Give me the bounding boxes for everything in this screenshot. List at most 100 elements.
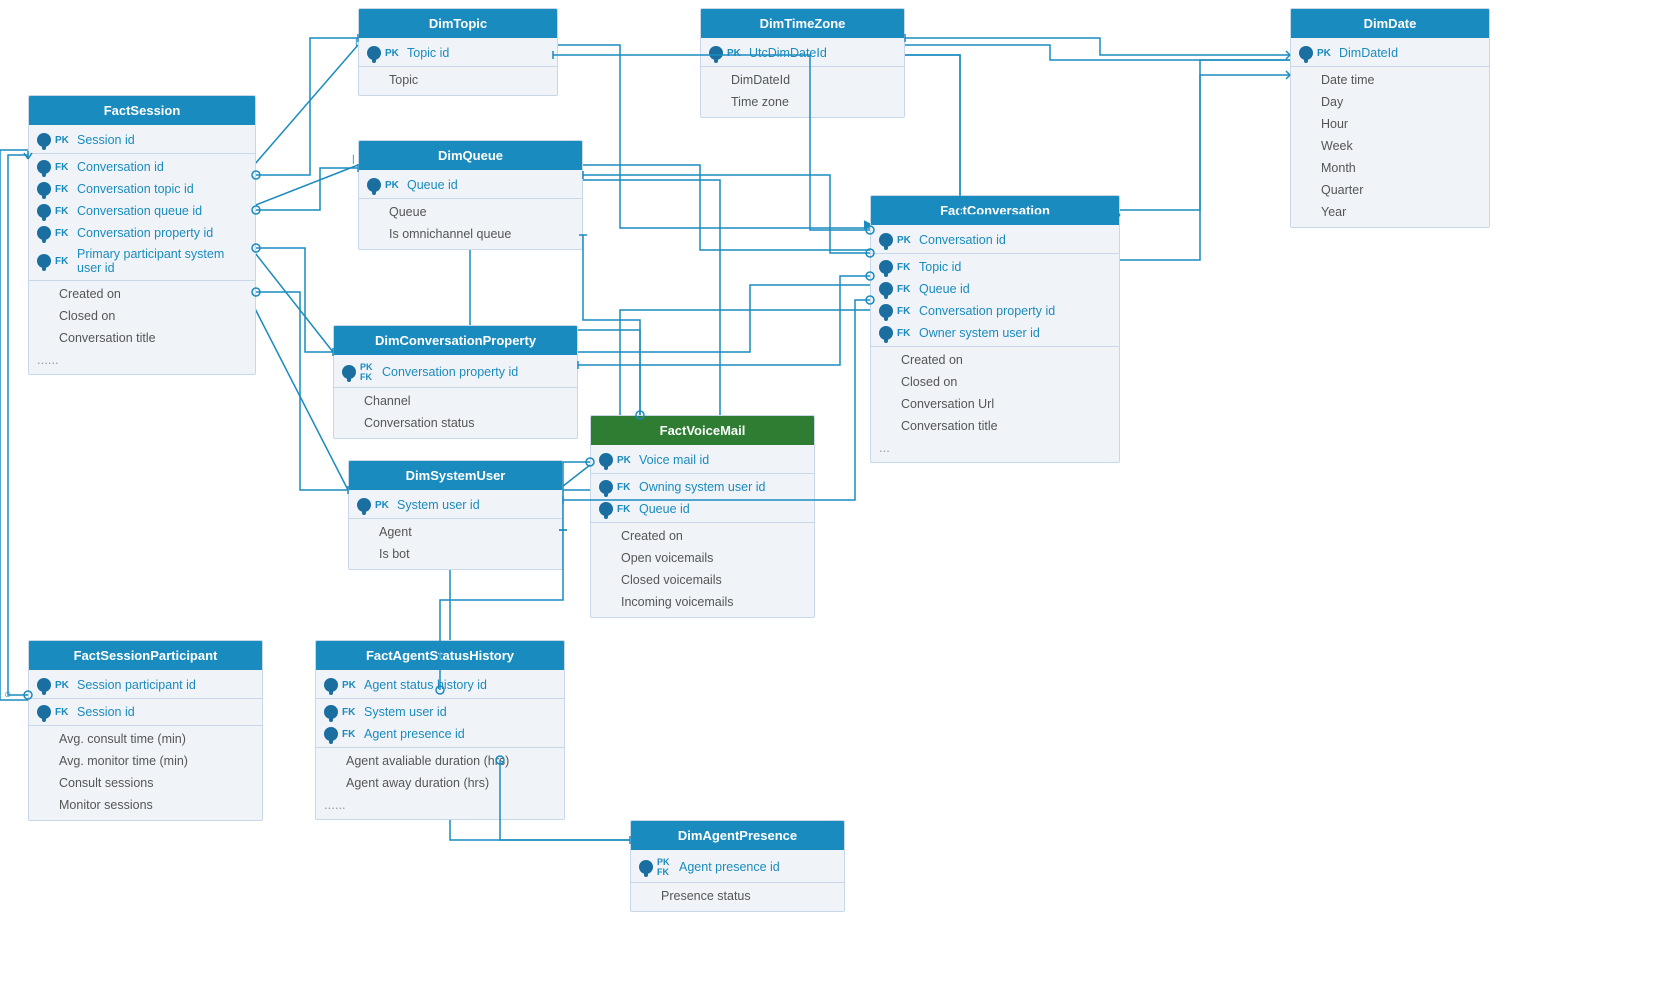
table-row: Monitor sessions <box>29 794 262 816</box>
table-row: FK Queue id <box>591 498 814 520</box>
table-row: Presence status <box>631 885 844 907</box>
table-row: PK Session id <box>29 129 255 151</box>
table-row: Day <box>1291 91 1489 113</box>
pk-icon <box>709 46 723 60</box>
table-row: FK Conversation topic id <box>29 178 255 200</box>
table-row: FK Agent presence id <box>316 723 564 745</box>
table-row: Year <box>1291 201 1489 223</box>
table-row: FK Primary participant system user id <box>29 244 255 278</box>
table-factsession: FactSession PK Session id FK Conversatio… <box>28 95 256 375</box>
table-row: PK UtcDimDateId <box>701 42 904 64</box>
fk-icon <box>37 160 51 174</box>
pk-icon <box>879 233 893 247</box>
table-factsessionparticipant-header: FactSessionParticipant <box>29 641 262 670</box>
table-row: Created on <box>591 525 814 547</box>
table-row: Incoming voicemails <box>591 591 814 613</box>
fk-icon <box>37 705 51 719</box>
fk-icon <box>37 182 51 196</box>
pk-icon <box>599 453 613 467</box>
table-row: FK Owner system user id <box>871 322 1119 344</box>
table-row: Date time <box>1291 69 1489 91</box>
table-row: Closed on <box>871 371 1119 393</box>
table-row: PK Agent status history id <box>316 674 564 696</box>
fk-icon <box>599 502 613 516</box>
table-row: Month <box>1291 157 1489 179</box>
pkfk-icon <box>342 365 356 379</box>
table-dimdate: DimDate PK DimDateId Date time Day Hour <box>1290 8 1490 228</box>
fk-icon <box>37 254 51 268</box>
table-dimsystemuser-header: DimSystemUser <box>349 461 562 490</box>
table-row: Created on <box>871 349 1119 371</box>
diagram-canvas: ○ | | ▶ ○ <box>0 0 1667 994</box>
table-row: Conversation status <box>334 412 577 434</box>
table-row: PK Topic id <box>359 42 557 64</box>
table-row: Week <box>1291 135 1489 157</box>
table-row: DimDateId <box>701 69 904 91</box>
table-row: PK Session participant id <box>29 674 262 696</box>
svg-text:|: | <box>352 154 355 165</box>
table-row: Avg. monitor time (min) <box>29 750 262 772</box>
table-row: Time zone <box>701 91 904 113</box>
table-dimtimezone: DimTimeZone PK UtcDimDateId DimDateId Ti… <box>700 8 905 118</box>
table-factconversation: FactConversation PK Conversation id FK T… <box>870 195 1120 463</box>
more-fields-indicator: ...... <box>29 349 255 370</box>
table-dimagentpresence-header: DimAgentPresence <box>631 821 844 850</box>
table-row: Topic <box>359 69 557 91</box>
table-row: PK Queue id <box>359 174 582 196</box>
fk-icon <box>37 226 51 240</box>
table-row: FK Conversation property id <box>29 222 255 244</box>
fk-icon <box>879 282 893 296</box>
table-row: Channel <box>334 390 577 412</box>
pk-icon <box>37 133 51 147</box>
table-row: Agent avaliable duration (hrs) <box>316 750 564 772</box>
table-dimtimezone-header: DimTimeZone <box>701 9 904 38</box>
table-row: Avg. consult time (min) <box>29 728 262 750</box>
table-row: Is bot <box>349 543 562 565</box>
table-row: Conversation Url <box>871 393 1119 415</box>
fk-icon <box>879 304 893 318</box>
table-dimagentpresence: DimAgentPresence PKFK Agent presence id … <box>630 820 845 912</box>
table-row: FK Owning system user id <box>591 476 814 498</box>
table-row: PKFK Conversation property id <box>334 359 577 385</box>
table-row: PK DimDateId <box>1291 42 1489 64</box>
table-dimqueue-header: DimQueue <box>359 141 582 170</box>
pk-icon <box>37 678 51 692</box>
fk-icon <box>879 326 893 340</box>
table-factconversation-header: FactConversation <box>871 196 1119 225</box>
table-factsession-header: FactSession <box>29 96 255 125</box>
table-row: FK System user id <box>316 701 564 723</box>
table-dimdate-header: DimDate <box>1291 9 1489 38</box>
pkfk-icon <box>639 860 653 874</box>
table-row: FK Conversation id <box>29 156 255 178</box>
table-dimconversationproperty: DimConversationProperty PKFK Conversatio… <box>333 325 578 439</box>
table-factagentstatushistory: FactAgentStatusHistory PK Agent status h… <box>315 640 565 820</box>
table-row: Created on <box>29 283 255 305</box>
table-factvoicemail: FactVoiceMail PK Voice mail id FK Owning… <box>590 415 815 618</box>
pk-icon <box>367 46 381 60</box>
table-row: Is omnichannel queue <box>359 223 582 245</box>
pk-icon <box>367 178 381 192</box>
table-row: Closed voicemails <box>591 569 814 591</box>
table-dimtopic-header: DimTopic <box>359 9 557 38</box>
fk-icon <box>599 480 613 494</box>
more-fields-indicator: ... <box>871 437 1119 458</box>
fk-icon <box>324 727 338 741</box>
table-row: Closed on <box>29 305 255 327</box>
more-fields-indicator: ...... <box>316 794 564 815</box>
table-row: Agent <box>349 521 562 543</box>
fk-icon <box>879 260 893 274</box>
table-row: PKFK Agent presence id <box>631 854 844 880</box>
table-row: Quarter <box>1291 179 1489 201</box>
table-factsessionparticipant: FactSessionParticipant PK Session partic… <box>28 640 263 821</box>
table-row: Queue <box>359 201 582 223</box>
table-row: FK Conversation property id <box>871 300 1119 322</box>
table-dimtopic: DimTopic PK Topic id Topic <box>358 8 558 96</box>
fk-icon <box>324 705 338 719</box>
pk-icon <box>324 678 338 692</box>
table-dimqueue: DimQueue PK Queue id Queue Is omnichanne… <box>358 140 583 250</box>
table-dimsystemuser: DimSystemUser PK System user id Agent Is… <box>348 460 563 570</box>
table-dimconversationproperty-header: DimConversationProperty <box>334 326 577 355</box>
pk-icon <box>1299 46 1313 60</box>
table-row: PK System user id <box>349 494 562 516</box>
table-row: Open voicemails <box>591 547 814 569</box>
